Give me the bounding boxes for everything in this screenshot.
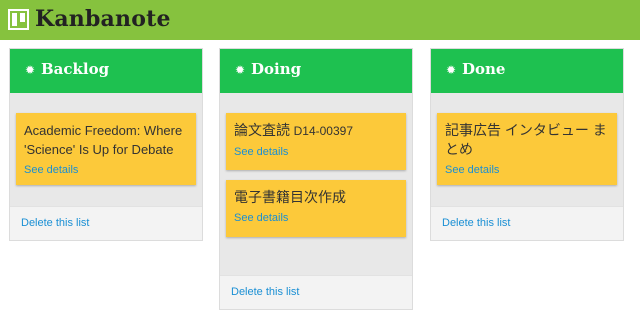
card-title-code: D14-00397	[293, 124, 354, 138]
see-details-link[interactable]: See details	[234, 146, 288, 158]
card-area: 論文査読 D14-00397 See details 電子書籍目次作成 See …	[220, 93, 412, 275]
card-title: 論文査読 D14-00397	[234, 121, 398, 141]
list-footer: Delete this list	[10, 206, 202, 240]
list-title: Done	[462, 60, 506, 78]
card-title-main: 記事広告 インタビュー まとめ	[445, 122, 607, 157]
card-title-main: 電子書籍目次作成	[234, 189, 346, 205]
gear-icon[interactable]: ✹	[235, 63, 245, 77]
kanban-logo-icon	[8, 9, 29, 30]
delete-list-link[interactable]: Delete this list	[442, 217, 510, 229]
list-header: ✹ Backlog	[10, 49, 202, 93]
gear-icon[interactable]: ✹	[446, 63, 456, 77]
list-title: Doing	[251, 60, 302, 78]
card[interactable]: 論文査読 D14-00397 See details	[226, 113, 406, 170]
list-footer: Delete this list	[431, 206, 623, 240]
see-details-link[interactable]: See details	[24, 164, 78, 176]
list-backlog: ✹ Backlog Academic Freedom: Where 'Scien…	[9, 48, 203, 241]
app-title: Kanbanote	[35, 6, 171, 32]
list-header: ✹ Doing	[220, 49, 412, 93]
see-details-link[interactable]: See details	[234, 212, 288, 224]
list-done: ✹ Done 記事広告 インタビュー まとめ See details Delet…	[430, 48, 624, 241]
card-title-main: 論文査読	[234, 122, 290, 138]
list-doing: ✹ Doing 論文査読 D14-00397 See details 電子書籍目…	[219, 48, 413, 310]
card[interactable]: 記事広告 インタビュー まとめ See details	[437, 113, 617, 185]
card-title: 電子書籍目次作成	[234, 188, 398, 207]
list-title: Backlog	[41, 60, 110, 78]
card-title: Academic Freedom: Where 'Science' Is Up …	[24, 123, 183, 157]
card[interactable]: 電子書籍目次作成 See details	[226, 180, 406, 237]
see-details-link[interactable]: See details	[445, 164, 499, 176]
card[interactable]: Academic Freedom: Where 'Science' Is Up …	[16, 113, 196, 185]
top-bar: Kanbanote	[0, 0, 640, 40]
list-footer: Delete this list	[220, 275, 412, 309]
card-area: 記事広告 インタビュー まとめ See details	[431, 93, 623, 206]
delete-list-link[interactable]: Delete this list	[231, 286, 299, 298]
gear-icon[interactable]: ✹	[25, 63, 35, 77]
delete-list-link[interactable]: Delete this list	[21, 217, 89, 229]
card-title: 記事広告 インタビュー まとめ	[445, 121, 609, 159]
list-header: ✹ Done	[431, 49, 623, 93]
card-area: Academic Freedom: Where 'Science' Is Up …	[10, 93, 202, 206]
